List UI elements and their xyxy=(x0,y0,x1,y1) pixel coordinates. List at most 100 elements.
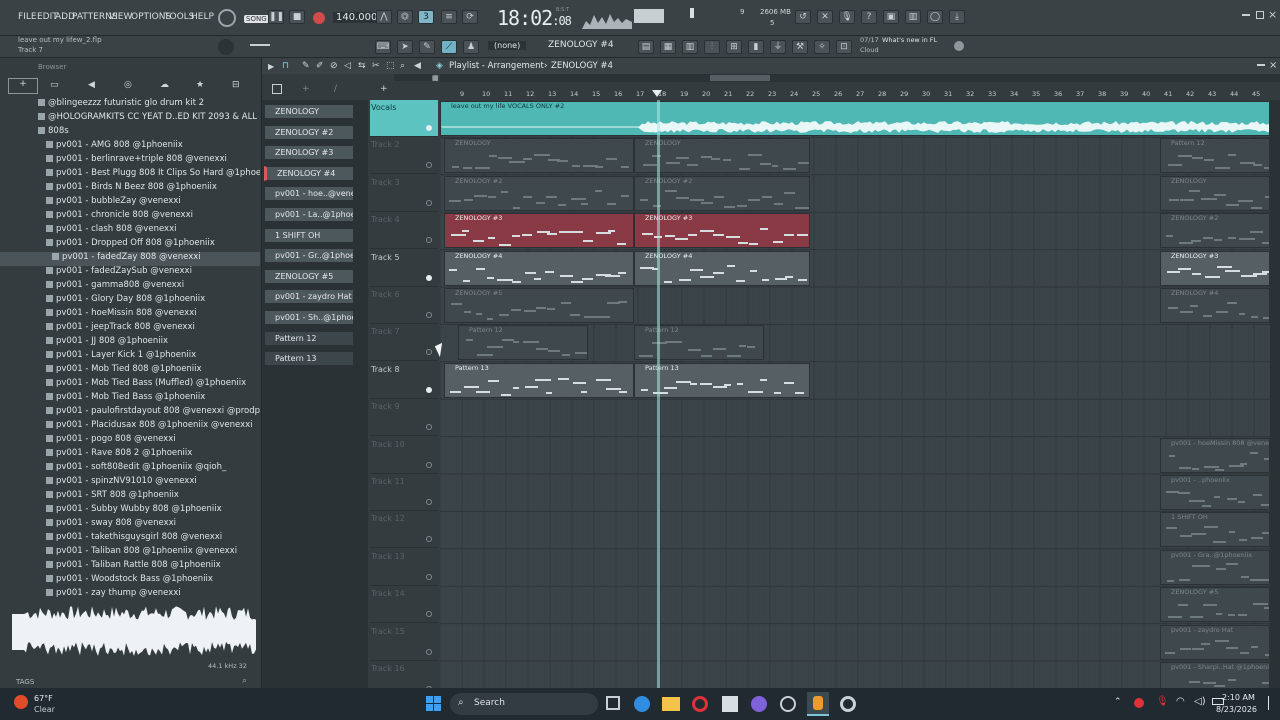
master-volume-knob[interactable] xyxy=(218,39,234,55)
pattern-clip[interactable]: ZENOLOGY #2 xyxy=(444,175,634,211)
track-mute-indicator[interactable] xyxy=(426,199,432,206)
tray-mic-icon[interactable]: 🎙 xyxy=(1156,696,1169,707)
pattern-clip[interactable]: Pattern 13 xyxy=(444,362,634,398)
taskbar-date[interactable]: 8/23/2026 xyxy=(1216,705,1257,714)
browser-folder[interactable]: @blingeezzz futuristic glo drum kit 2 xyxy=(0,98,260,112)
browser-file-item[interactable]: pv001 - Glory Day 808 @1phoeniix xyxy=(0,294,260,308)
zoom-tool-icon[interactable]: ⌕ xyxy=(400,61,405,71)
track-header[interactable]: Track 9 xyxy=(370,399,438,437)
plugin-picker-icon[interactable]: ⊞ xyxy=(726,40,742,54)
track-mute-indicator[interactable] xyxy=(426,237,432,244)
task-view-icon[interactable] xyxy=(606,696,620,710)
weather-temp[interactable]: 67°F xyxy=(34,694,53,703)
plug-icon[interactable]: ⏚ xyxy=(770,40,786,54)
master-pitch-slider[interactable] xyxy=(250,44,270,46)
menu-help[interactable]: HELP xyxy=(191,12,214,22)
track-mute-indicator[interactable] xyxy=(426,611,432,618)
select-tool-icon[interactable]: ⬚ xyxy=(386,61,395,71)
edge-icon[interactable] xyxy=(634,696,650,712)
browser-file-item[interactable]: pv001 - takethisguysgirl 808 @venexxi xyxy=(0,532,260,546)
pattern-clip[interactable]: pv001 - ..phoeniix xyxy=(1160,475,1270,510)
track-header[interactable]: Vocals xyxy=(370,100,438,137)
settings-icon[interactable] xyxy=(780,696,796,712)
pattern-picker-item[interactable]: pv001 - Sh..@1phoeniix xyxy=(264,310,354,325)
playlist-menu-arrow-icon[interactable]: ▶ xyxy=(268,62,274,71)
browser-file-item[interactable]: pv001 - hoeMissin 808 @venexxi xyxy=(0,308,260,322)
browser-file-item[interactable]: pv001 - bubbleZay @venexxi xyxy=(0,196,260,210)
close-icon[interactable]: × xyxy=(1268,8,1277,21)
timeline-ruler[interactable]: 9 10 11 12 13 14 15 16 17 18 19 20 21 22 23 24 25 26 27 28 2… xyxy=(440,86,1280,100)
pattern-picker-item[interactable]: ZENOLOGY xyxy=(264,104,354,119)
pattern-picker-item[interactable]: Pattern 13 xyxy=(264,351,354,367)
pattern-clip[interactable]: pv001 - zaydro Hat xyxy=(1160,624,1270,660)
file-explorer-icon[interactable] xyxy=(662,697,680,711)
tempo-display[interactable]: 140.000 xyxy=(333,12,381,23)
pause-button[interactable]: ❚❚ xyxy=(268,10,284,24)
pattern-picker-item[interactable]: ZENOLOGY #5 xyxy=(264,268,354,284)
song-mode-label[interactable]: SONG xyxy=(244,15,269,23)
paint-icon[interactable]: ✐ xyxy=(316,61,324,71)
track-mute-indicator[interactable] xyxy=(426,424,432,431)
track-header[interactable]: Track 12 xyxy=(370,511,438,549)
track-mute-indicator[interactable] xyxy=(426,349,432,356)
record-button[interactable] xyxy=(313,12,325,24)
track-header[interactable]: Track 2 xyxy=(370,137,438,175)
pattern-picker-item[interactable]: ZENOLOGY #2 xyxy=(264,124,354,140)
pattern-clip[interactable]: ZENOLOGY #3 xyxy=(444,213,634,249)
link-icon[interactable]: ⟋ xyxy=(441,40,457,54)
browser-cloud-icon[interactable]: ☁ xyxy=(160,80,169,90)
countdown-icon[interactable]: 3 xyxy=(418,10,434,24)
blend-notes-icon[interactable]: ≡ xyxy=(441,10,457,24)
browser-file-item[interactable]: pv001 - berlinrave+triple 808 @venexxi xyxy=(0,154,260,168)
brush-icon[interactable]: ✎ xyxy=(419,40,435,54)
tray-app-icon[interactable] xyxy=(1134,698,1144,708)
channel-icon[interactable]: ▮ xyxy=(748,40,764,54)
wait-input-icon[interactable]: ⏣ xyxy=(397,10,413,24)
tray-chevron-icon[interactable]: ⌃ xyxy=(1114,697,1122,707)
browser-target-icon[interactable]: ◎ xyxy=(124,80,132,90)
audio-clip-vocals[interactable]: leave out my life VOCALS ONLY #2 xyxy=(440,101,1270,136)
playhead[interactable] xyxy=(657,100,660,688)
track-mute-indicator[interactable] xyxy=(426,125,432,131)
stamp-icon[interactable]: ♟ xyxy=(463,40,479,54)
browser-file-item[interactable]: pv001 - Best Plugg 808 It Clips So Hard … xyxy=(0,168,260,182)
playhead-marker-icon[interactable] xyxy=(652,90,662,97)
chat-icon[interactable]: ◯ xyxy=(927,10,943,24)
pattern-picker-item[interactable]: Pattern 12 xyxy=(264,330,354,346)
pattern-picker-item[interactable]: ZENOLOGY #3 xyxy=(264,145,354,161)
track-header[interactable]: Track 15 xyxy=(370,624,438,661)
undo-icon[interactable]: ↺ xyxy=(795,10,811,24)
pattern-picker-item[interactable]: pv001 - Gr..@1phoeniix xyxy=(264,248,354,264)
menu-file[interactable]: FILE xyxy=(18,12,37,22)
delete-tool-icon[interactable]: ⊘ xyxy=(330,61,338,71)
arrow-right-icon[interactable]: ➤ xyxy=(397,40,413,54)
pattern-picker-item[interactable]: 1 SHIFT OH xyxy=(264,227,354,243)
browser-all-button[interactable]: + xyxy=(8,78,38,94)
horizontal-scrollbar[interactable] xyxy=(440,74,1280,82)
pattern-clip[interactable]: pv001 - hoeMissin 808 @venexxi xyxy=(1160,437,1270,473)
track-mute-indicator[interactable] xyxy=(426,499,432,505)
volume-icon[interactable]: ◁) xyxy=(1194,696,1206,707)
browser-file-item[interactable]: pv001 - Mob Tied Bass @1phoeniix xyxy=(0,392,260,406)
browser-file-item[interactable]: pv001 - paulofirstdayout 808 @venexxi @p… xyxy=(0,406,260,420)
typing-keyboard-icon[interactable]: ⌨ xyxy=(375,40,391,54)
help-icon[interactable]: ? xyxy=(861,10,877,24)
browser-file-item[interactable]: pv001 - soft808edit @1phoeniix @qioh_ xyxy=(0,462,260,476)
taskbar-search-box[interactable]: ⌕ Search xyxy=(450,693,598,715)
browser-file-item[interactable]: pv001 - AMG 808 @1phoeniix xyxy=(0,140,260,154)
pattern-clip[interactable]: 1 SHIFT OH xyxy=(1160,512,1270,548)
zoom-scroll-bar[interactable] xyxy=(394,74,434,81)
piano-icon[interactable]: ▥ xyxy=(682,40,698,54)
browser-file-item[interactable]: pv001 - Mob Tied Bass (Muffled) @1phoeni… xyxy=(0,378,260,392)
browser-star-icon[interactable]: ★ xyxy=(196,80,204,90)
metronome-icon[interactable]: ⋀ xyxy=(376,10,392,24)
browser-file-item[interactable]: pv001 - sway 808 @venexxi xyxy=(0,518,260,532)
browser-file-item[interactable]: pv001 - jeepTrack 808 @venexxi xyxy=(0,322,260,336)
track-header[interactable]: Track 10 xyxy=(370,437,438,474)
pat-song-toggle[interactable] xyxy=(218,9,236,27)
fl-studio-taskbar-icon[interactable] xyxy=(807,692,829,716)
browser-file-item[interactable]: pv001 - chronicle 808 @venexxi xyxy=(0,210,260,224)
snap-select[interactable]: (none) xyxy=(488,41,527,50)
browser-search-icon[interactable]: ⌕ xyxy=(242,676,247,686)
browser-folder[interactable]: @HOLOGRAMKITS CC YEAT D..ED KIT 2093 & A… xyxy=(0,112,260,126)
